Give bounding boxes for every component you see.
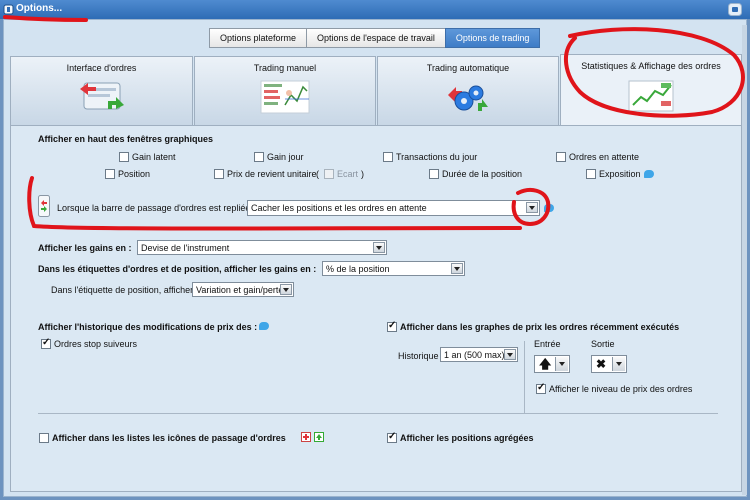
position-label: Position bbox=[118, 169, 151, 179]
collapse-info-icon[interactable] bbox=[544, 204, 554, 212]
tab-trading-automatique[interactable]: Trading automatique bbox=[377, 56, 559, 125]
duree-position-checkbox[interactable] bbox=[429, 169, 439, 179]
sortie-arrow-select[interactable]: ✖ bbox=[591, 355, 627, 373]
prix-revient-checkbox[interactable] bbox=[214, 169, 224, 179]
exposition-checkbox[interactable] bbox=[586, 169, 596, 179]
title-bar: Options... bbox=[0, 0, 750, 19]
position-label-display-label: Dans l'étiquette de position, afficher : bbox=[51, 285, 199, 295]
up-arrow-icon: 🡅 bbox=[539, 357, 552, 371]
labels-gains-select-value: % de la position bbox=[326, 264, 390, 274]
entree-arrow-select[interactable]: 🡅 bbox=[534, 355, 570, 373]
ecart-checkbox[interactable] bbox=[324, 169, 334, 179]
section-tab-strip: Interface d'ordres Trading manuel Tradin… bbox=[10, 54, 742, 127]
stop-suiveurs-checkbox[interactable] bbox=[41, 337, 51, 349]
top-tab-strip: Options plateforme Options de l'espace d… bbox=[209, 28, 541, 48]
chevron-down-icon[interactable] bbox=[451, 263, 463, 274]
window-edge bbox=[742, 25, 747, 495]
statistics-chart-icon bbox=[628, 80, 674, 112]
ecart-paren-close: ) bbox=[361, 169, 364, 179]
statistics-options-panel: Afficher en haut des fenêtres graphiques… bbox=[10, 125, 742, 492]
sell-order-icon bbox=[301, 432, 311, 442]
chart-top-section-title: Afficher en haut des fenêtres graphiques bbox=[38, 134, 214, 144]
gains-select[interactable]: Devise de l'instrument bbox=[137, 240, 387, 255]
gain-latent-label: Gain latent bbox=[132, 152, 176, 162]
tab-statistiques-affichage[interactable]: Statistiques & Affichage des ordres bbox=[560, 54, 742, 127]
ordres-attente-label: Ordres en attente bbox=[569, 152, 640, 162]
chevron-down-icon[interactable] bbox=[373, 242, 385, 253]
history-title: Afficher l'historique des modifications … bbox=[38, 322, 258, 332]
duree-position-label: Durée de la position bbox=[442, 169, 523, 179]
exposition-label: Exposition bbox=[599, 169, 641, 179]
executed-orders-title: Afficher dans les graphes de prix les or… bbox=[400, 322, 680, 332]
chevron-down-icon[interactable] bbox=[526, 202, 538, 213]
labels-gains-select[interactable]: % de la position bbox=[322, 261, 465, 276]
manual-trading-icon bbox=[260, 80, 310, 114]
gains-label: Afficher les gains en : bbox=[38, 243, 132, 253]
aggregated-positions-checkbox[interactable] bbox=[387, 431, 397, 443]
executed-orders-checkbox[interactable] bbox=[387, 320, 397, 332]
transactions-jour-label: Transactions du jour bbox=[396, 152, 478, 162]
chevron-down-icon[interactable] bbox=[504, 349, 516, 360]
exposition-info-icon[interactable] bbox=[644, 170, 654, 178]
ecart-paren-open: ( bbox=[316, 169, 319, 179]
collapse-label: Lorsque la barre de passage d'ordres est… bbox=[57, 203, 256, 213]
aggregated-positions-label: Afficher les positions agrégées bbox=[400, 433, 534, 443]
tab-options-trading[interactable]: Options de trading bbox=[444, 28, 541, 48]
position-label-select-value: Variation et gain/perte bbox=[196, 285, 284, 295]
window-title: Options... bbox=[16, 3, 63, 14]
cross-icon: ✖ bbox=[596, 357, 607, 371]
tab-trading-manuel[interactable]: Trading manuel bbox=[194, 56, 376, 125]
close-icon[interactable] bbox=[728, 3, 742, 16]
entree-label: Entrée bbox=[534, 339, 561, 349]
chevron-down-icon[interactable] bbox=[280, 284, 292, 295]
position-label-select[interactable]: Variation et gain/perte bbox=[192, 282, 294, 297]
tab-options-espace-travail[interactable]: Options de l'espace de travail bbox=[306, 28, 446, 48]
automatic-trading-icon bbox=[448, 85, 488, 111]
labels-gains-label: Dans les étiquettes d'ordres et de posit… bbox=[38, 264, 317, 274]
app-icon bbox=[3, 4, 14, 15]
chevron-down-icon[interactable] bbox=[555, 357, 568, 371]
price-level-label: Afficher le niveau de prix des ordres bbox=[549, 384, 693, 394]
dialog-client-area: Options plateforme Options de l'espace d… bbox=[3, 19, 747, 497]
tab-statistiques-affichage-label: Statistiques & Affichage des ordres bbox=[581, 61, 721, 71]
tab-trading-manuel-label: Trading manuel bbox=[253, 63, 317, 73]
buy-order-icon bbox=[314, 432, 324, 442]
price-level-checkbox[interactable] bbox=[536, 382, 546, 394]
order-interface-icon bbox=[79, 82, 124, 110]
order-icons-checkbox[interactable] bbox=[39, 433, 49, 443]
collapse-select-value: Cacher les positions et les ordres en at… bbox=[251, 203, 427, 213]
historique-select[interactable]: 1 an (500 max) bbox=[440, 347, 518, 362]
history-info-icon[interactable] bbox=[259, 322, 269, 330]
transactions-jour-checkbox[interactable] bbox=[383, 152, 393, 162]
gain-latent-checkbox[interactable] bbox=[119, 152, 129, 162]
tab-trading-automatique-label: Trading automatique bbox=[426, 63, 510, 73]
tab-interface-ordres-label: Interface d'ordres bbox=[66, 63, 137, 73]
section-separator bbox=[38, 413, 718, 414]
gain-jour-label: Gain jour bbox=[267, 152, 304, 162]
sortie-label: Sortie bbox=[591, 339, 615, 349]
prix-revient-label: Prix de revient unitaire bbox=[227, 169, 317, 179]
stop-suiveurs-label: Ordres stop suiveurs bbox=[54, 339, 138, 349]
chevron-down-icon[interactable] bbox=[612, 357, 625, 371]
ecart-label: Ecart bbox=[337, 169, 359, 179]
gain-jour-checkbox[interactable] bbox=[254, 152, 264, 162]
ordres-attente-checkbox[interactable] bbox=[556, 152, 566, 162]
gains-select-value: Devise de l'instrument bbox=[141, 243, 230, 253]
collapse-select[interactable]: Cacher les positions et les ordres en at… bbox=[247, 200, 540, 216]
historique-select-value: 1 an (500 max) bbox=[444, 350, 505, 360]
tab-interface-ordres[interactable]: Interface d'ordres bbox=[10, 56, 193, 125]
executed-divider bbox=[524, 341, 525, 414]
order-icons-label: Afficher dans les listes les icônes de p… bbox=[52, 433, 286, 443]
tab-options-plateforme[interactable]: Options plateforme bbox=[209, 28, 308, 48]
position-checkbox[interactable] bbox=[105, 169, 115, 179]
historique-label: Historique bbox=[398, 351, 439, 361]
collapse-toggle-icon[interactable] bbox=[38, 195, 50, 217]
